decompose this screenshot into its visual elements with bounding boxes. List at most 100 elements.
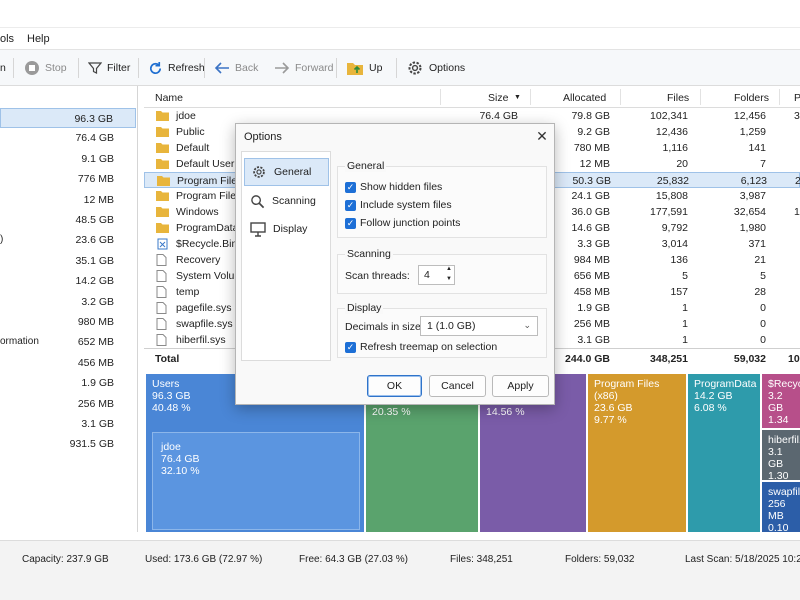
row-allocated: 3.3 GB (577, 238, 610, 250)
ok-button[interactable]: OK (367, 375, 422, 397)
row-allocated: 9.2 GB (577, 126, 610, 138)
row-folders: 1,980 (739, 222, 766, 234)
row-folders: 12,456 (733, 110, 766, 122)
status-files: Files: 348,251 (450, 554, 513, 565)
treemap-tile-hiberfil[interactable]: hiberfil.s 3.1 GB 1.30 % (762, 430, 800, 480)
title-strip (0, 0, 800, 28)
column-divider (700, 89, 701, 105)
back-button[interactable]: Back (214, 50, 258, 86)
tree-item[interactable]: ormation 652 MB (0, 332, 136, 352)
row-extra: 2 (795, 175, 800, 187)
treemap-tile-jdoe[interactable]: jdoe 76.4 GB 32.10 % (152, 432, 360, 530)
tree-item[interactable]: 12 MB (0, 190, 136, 210)
tree-item[interactable]: 3.2 GB (0, 292, 136, 312)
apply-button[interactable]: Apply (492, 375, 549, 397)
column-header-size[interactable]: Size (488, 92, 508, 104)
toolbar-separator (396, 58, 397, 78)
tree-item[interactable]: 3.1 GB (0, 414, 136, 434)
status-last-scan: Last Scan: 5/18/2025 10:24:31 . (685, 554, 800, 565)
stop-button[interactable]: Stop (24, 50, 67, 86)
refresh-button[interactable]: Refresh (148, 50, 205, 86)
options-button[interactable]: Options (406, 50, 465, 86)
row-files: 102,341 (650, 110, 688, 122)
dialog-title: Options (244, 131, 282, 143)
table-row[interactable]: jdoe 76.4 GB 79.8 GB 102,341 12,456 3 (144, 108, 800, 124)
scan-threads-spinner[interactable]: 4 ▲ ▼ (418, 265, 455, 285)
filter-button[interactable]: Filter (88, 50, 130, 86)
row-name: Windows (176, 206, 219, 218)
column-header-name[interactable]: Name (155, 92, 183, 104)
file-icon (156, 270, 169, 282)
monitor-icon (250, 221, 266, 237)
treemap-tile-recycle-bin[interactable]: $Recycl 3.2 GB 1.34 % (762, 374, 800, 428)
tree-item[interactable]: 776 MB (0, 169, 136, 189)
row-folders: 5 (760, 270, 766, 282)
tree-item[interactable]: 9.1 GB (0, 149, 136, 169)
scanning-group-title: Scanning (345, 248, 393, 260)
nav-general[interactable]: General (244, 158, 329, 186)
chevron-down-icon: ⌄ (523, 320, 531, 330)
row-name: hiberfil.sys (176, 334, 226, 346)
spinner-up-icon[interactable]: ▲ (446, 266, 452, 272)
treemap-tile-program-files-x86[interactable]: Program Files (x86) 23.6 GB 9.77 % (588, 374, 686, 532)
magnifier-icon (251, 194, 265, 208)
tree-item[interactable]: 1.9 GB (0, 373, 136, 393)
menu-tools[interactable]: ols (0, 33, 14, 45)
column-header-allocated[interactable]: Allocated (563, 92, 606, 104)
tree-item[interactable]: 48.5 GB (0, 210, 136, 230)
tree-item[interactable]: 931.5 GB (0, 434, 136, 454)
file-icon (156, 318, 169, 330)
total-label: Total (155, 353, 180, 365)
tree-item[interactable]: 14.2 GB (0, 271, 136, 291)
follow-junction-checkbox[interactable]: ✓ (345, 218, 356, 229)
treemap-tile-programdata[interactable]: ProgramData 14.2 GB 6.08 % (688, 374, 760, 532)
close-icon[interactable]: ✕ (534, 128, 550, 144)
tree-item-size: 3.1 GB (81, 418, 114, 430)
toolbar-separator (78, 58, 79, 78)
toolbar-partial-button[interactable]: n (0, 50, 6, 86)
column-header-folders[interactable]: Folders (734, 92, 769, 104)
row-files: 15,808 (655, 190, 688, 202)
spinner-down-icon[interactable]: ▼ (446, 276, 452, 282)
nav-scanning[interactable]: Scanning (244, 187, 329, 215)
decimals-value: 1 (1.0 GB) (427, 320, 476, 332)
column-header-extra[interactable]: P (794, 92, 800, 104)
total-extra: 10 (788, 353, 800, 365)
nav-display[interactable]: Display (244, 215, 329, 243)
file-icon (156, 286, 169, 298)
row-allocated: 656 MB (573, 270, 610, 282)
refresh-treemap-label: Refresh treemap on selection (360, 341, 498, 353)
folder-up-icon (347, 63, 363, 75)
tree-item-size: 14.2 GB (75, 275, 114, 288)
show-hidden-label: Show hidden files (360, 181, 443, 193)
row-folders: 371 (748, 238, 766, 250)
up-button[interactable]: Up (346, 50, 382, 86)
forward-button[interactable]: Forward (274, 50, 334, 86)
tree-item[interactable]: 35.1 GB (0, 251, 136, 271)
row-allocated: 36.0 GB (571, 206, 610, 218)
tree-item[interactable]: 76.4 GB (0, 128, 136, 148)
tree-item[interactable]: 456 MB (0, 353, 136, 373)
show-hidden-checkbox[interactable]: ✓ (345, 182, 356, 193)
include-system-checkbox[interactable]: ✓ (345, 200, 356, 211)
decimals-select[interactable]: 1 (1.0 GB) ⌄ (420, 316, 538, 336)
row-folders: 7 (760, 158, 766, 170)
row-allocated: 1.9 GB (577, 302, 610, 314)
row-folders: 32,654 (733, 206, 766, 218)
menu-help[interactable]: Help (27, 33, 50, 45)
tree-item-size: 76.4 GB (75, 132, 114, 145)
cancel-button[interactable]: Cancel (429, 375, 486, 397)
options-nav: General Scanning Display (241, 151, 331, 361)
refresh-treemap-checkbox[interactable]: ✓ (345, 342, 356, 353)
row-files: 20 (676, 158, 688, 170)
total-files: 348,251 (650, 353, 688, 365)
column-header-files[interactable]: Files (667, 92, 689, 104)
tree-item[interactable]: ) 23.6 GB (0, 230, 136, 250)
row-files: 5 (682, 270, 688, 282)
tree-item[interactable]: 980 MB (0, 312, 136, 332)
row-files: 9,792 (661, 222, 688, 234)
treemap-tile-swapfile[interactable]: swapfile. 256 MB 0.10 % (762, 482, 800, 532)
tree-item[interactable]: 96.3 GB (0, 108, 136, 128)
row-files: 1,116 (662, 142, 689, 154)
tree-item[interactable]: 256 MB (0, 394, 136, 414)
